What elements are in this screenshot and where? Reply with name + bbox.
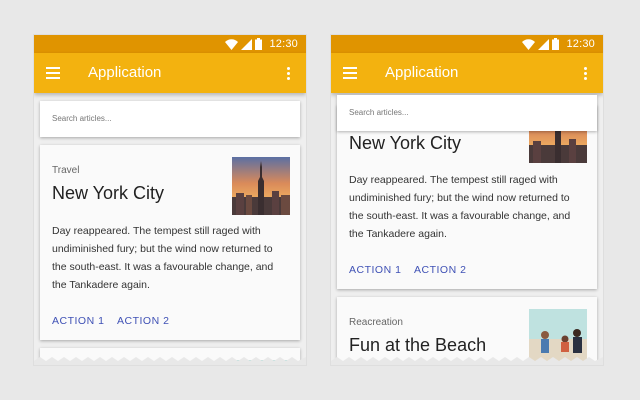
article-title: Fun at the Beach [349,335,487,355]
search-placeholder: Search articles... [349,108,409,117]
article-category: Travel [52,165,80,176]
wifi-icon [522,38,536,50]
article-body: Day reappeared. The tempest still raged … [349,174,571,240]
status-bar: 12:30 [331,35,603,53]
search-placeholder: Search articles... [52,114,112,123]
signal-icon [538,38,550,50]
article-card[interactable]: Reacreation Fun at the Beach [337,297,597,365]
search-input[interactable]: Search articles... [337,95,597,131]
article-body: Day reappeared. The tempest still raged … [52,225,274,291]
more-options-icon[interactable] [287,67,291,81]
phone-right: 12:30 Application Search articles... New… [331,35,603,365]
article-title: New York City [349,133,462,153]
article-card[interactable]: New York City Day reappeared. The tempes… [337,105,597,289]
action-1-button[interactable]: ACTION 1 [52,315,104,327]
status-bar: 12:30 [34,35,306,53]
torn-edge [331,357,603,365]
app-title: Application [385,64,459,81]
signal-icon [241,38,253,50]
article-title: New York City [52,183,165,203]
article-category: Reacreation [349,317,403,328]
app-bar: Application [331,53,603,93]
search-input[interactable]: Search articles... [40,101,300,137]
menu-icon[interactable] [343,67,357,79]
phone-left: 12:30 Application Search articles... Tra… [34,35,306,365]
app-title: Application [88,64,162,81]
battery-icon [255,38,263,50]
status-time: 12:30 [269,38,298,50]
app-bar: Application [34,53,306,93]
action-2-button[interactable]: ACTION 2 [117,315,169,327]
menu-icon[interactable] [46,67,60,79]
more-options-icon[interactable] [584,67,588,81]
article-card[interactable]: Travel New York City Day reappeared. The… [40,145,300,340]
torn-edge [34,357,306,365]
wifi-icon [225,38,239,50]
action-2-button[interactable]: ACTION 2 [414,264,466,276]
nyc-image [232,157,290,215]
status-time: 12:30 [566,38,595,50]
action-1-button[interactable]: ACTION 1 [349,264,401,276]
battery-icon [552,38,560,50]
